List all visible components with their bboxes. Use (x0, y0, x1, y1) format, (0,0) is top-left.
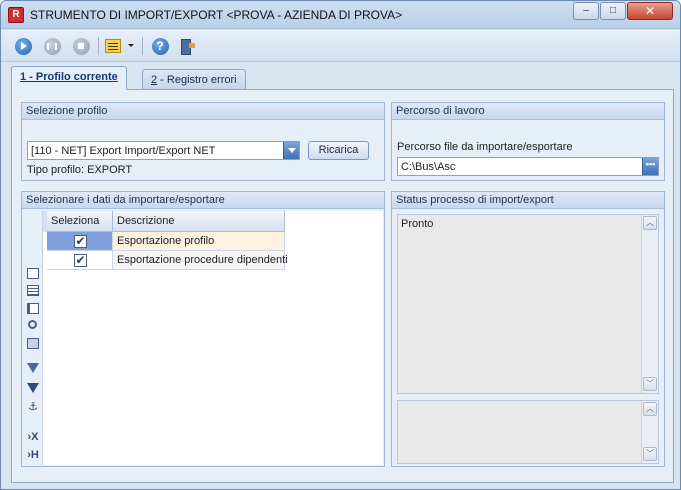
profile-type-label: Tipo profilo: EXPORT (27, 164, 133, 176)
search-icon[interactable] (28, 320, 37, 329)
status-group-header: Status processo di import/export (392, 192, 664, 209)
help-icon: ? (151, 37, 169, 55)
column-header-seleziona[interactable]: Seleziona (47, 211, 113, 232)
toolbar-separator (98, 37, 99, 55)
filter-clear-icon[interactable] (27, 383, 39, 393)
work-path-group: Percorso di lavoro Percorso file da impo… (391, 102, 665, 181)
profile-combo-value: [110 - NET] Export Import/Export NET (31, 145, 216, 157)
status-log[interactable]: Pronto ︿ ﹀ (397, 214, 659, 394)
anchor-icon[interactable]: ⚓ (27, 402, 39, 413)
work-path-group-header: Percorso di lavoro (392, 103, 664, 120)
status-text: Pronto (401, 218, 434, 230)
remove-column-icon[interactable]: ›X (26, 432, 40, 443)
list-dropdown-icon (105, 39, 121, 53)
profile-combo[interactable]: [110 - NET] Export Import/Export NET (27, 141, 300, 160)
tab-label: - Profilo corrente (26, 71, 118, 83)
table-row-description[interactable]: Esportazione procedure dipendenti (113, 251, 288, 270)
expand-icon[interactable] (27, 268, 39, 279)
work-path-input[interactable]: C:\Bus\Asc ••• (397, 157, 659, 176)
start-button[interactable] (13, 36, 33, 56)
tab-registro-errori[interactable]: 2 - Registro errori (142, 69, 246, 91)
close-button[interactable]: ✕ (627, 2, 673, 20)
reload-button[interactable]: Ricarica (308, 141, 369, 160)
tab-strip: 1 - Profilo corrente 2 - Registro errori (1, 63, 680, 91)
list-icon[interactable] (27, 285, 39, 296)
chevron-down-icon (128, 44, 134, 47)
browse-button[interactable]: ••• (642, 158, 658, 175)
app-icon: R (8, 7, 24, 23)
window-title: STRUMENTO DI IMPORT/EXPORT <PROVA - AZIE… (30, 8, 403, 22)
status-log-scrollbar[interactable]: ︿ ﹀ (641, 215, 658, 393)
column-header-descrizione[interactable]: Descrizione (113, 211, 285, 232)
tab-label: - Registro errori (157, 74, 237, 86)
tab-content: Selezione profilo [110 - NET] Export Imp… (11, 89, 674, 483)
grid-settings-icon[interactable] (27, 338, 39, 349)
chevron-down-icon[interactable]: ﹀ (643, 447, 657, 461)
data-grid: ⚓ ›X ›H Seleziona Descrizione ✔ Esportaz… (23, 211, 383, 465)
status-group: Status processo di import/export Pronto … (391, 191, 665, 467)
insert-column-icon[interactable] (27, 303, 39, 314)
status-detail[interactable]: ︿ ﹀ (397, 400, 659, 464)
pin-column-icon[interactable]: ›H (26, 450, 40, 461)
chevron-up-icon[interactable]: ︿ (643, 216, 657, 230)
title-bar: R STRUMENTO DI IMPORT/EXPORT <PROVA - AZ… (1, 1, 680, 29)
toolbar: ? (1, 30, 680, 62)
chevron-up-icon[interactable]: ︿ (643, 402, 657, 416)
profile-group: Selezione profilo [110 - NET] Export Imp… (21, 102, 385, 181)
grid-side-toolbar: ⚓ ›X ›H (23, 211, 43, 465)
exit-icon (180, 38, 196, 55)
checkbox-esportazione-procedure[interactable]: ✔ (74, 254, 87, 267)
work-path-value: C:\Bus\Asc (401, 161, 456, 173)
main-window: R STRUMENTO DI IMPORT/EXPORT <PROVA - AZ… (0, 0, 681, 490)
toolbar-separator (142, 37, 143, 55)
data-select-group: Selezionare i dati da importare/esportar… (21, 191, 385, 467)
profile-group-header: Selezione profilo (22, 103, 384, 120)
pause-button[interactable] (42, 36, 62, 56)
minimize-button[interactable]: – (573, 2, 599, 20)
help-button[interactable]: ? (150, 36, 170, 56)
stop-button[interactable] (71, 36, 91, 56)
chevron-down-icon[interactable] (283, 142, 299, 159)
chevron-down-icon[interactable]: ﹀ (643, 377, 657, 391)
work-path-label: Percorso file da importare/esportare (397, 141, 573, 153)
maximize-button[interactable]: □ (600, 2, 626, 20)
play-icon (14, 37, 32, 55)
status-detail-scrollbar[interactable]: ︿ ﹀ (641, 401, 658, 463)
table-row-description[interactable]: Esportazione profilo (113, 232, 285, 251)
tab-profilo-corrente[interactable]: 1 - Profilo corrente (11, 66, 127, 90)
stop-icon (72, 37, 90, 55)
filter-icon[interactable] (27, 363, 39, 373)
exit-button[interactable] (178, 36, 198, 56)
table-row-select-cell[interactable]: ✔ (47, 251, 113, 270)
table-row-select-cell[interactable]: ✔ (47, 232, 113, 251)
data-select-group-header: Selezionare i dati da importare/esportar… (22, 192, 384, 209)
pause-icon (43, 37, 61, 55)
checkbox-esportazione-profilo[interactable]: ✔ (74, 235, 87, 248)
